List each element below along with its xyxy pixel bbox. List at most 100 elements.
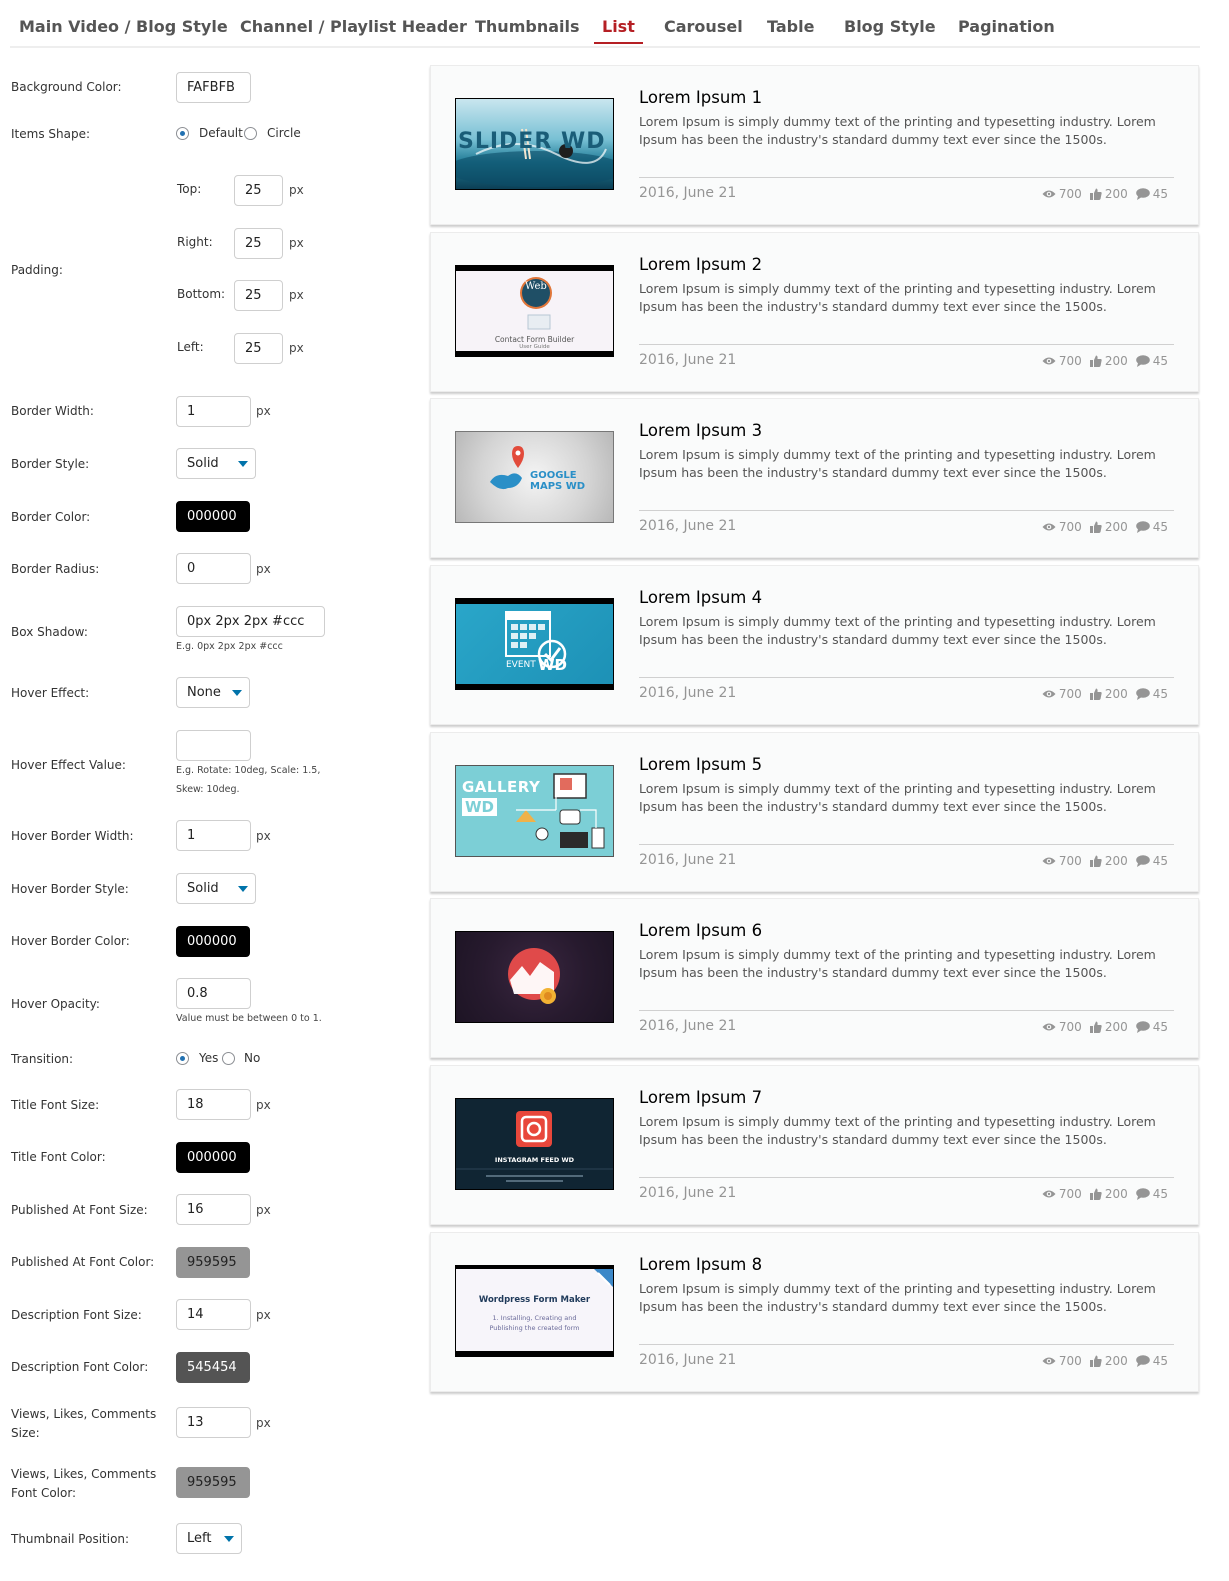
item-title[interactable]: Lorem Ipsum 4 (639, 588, 762, 607)
hover-border-width-input[interactable]: 1 (176, 820, 251, 851)
border-radius-label: Border Radius: (11, 562, 100, 576)
comments-stat: 45 (1135, 1187, 1168, 1201)
likes-stat: 200 (1089, 854, 1128, 868)
hover-opacity-input[interactable]: 0.8 (176, 978, 251, 1009)
tab-carousel[interactable]: Carousel (664, 17, 743, 36)
item-title[interactable]: Lorem Ipsum 7 (639, 1088, 762, 1107)
comment-icon (1135, 688, 1150, 700)
instagram-thumb-art (456, 1111, 613, 1182)
list-item[interactable]: SLIDER WD Lorem Ipsum 1 Lorem Ipsum is s… (430, 65, 1199, 225)
item-title[interactable]: Lorem Ipsum 1 (639, 88, 762, 107)
item-title[interactable]: Lorem Ipsum 3 (639, 421, 762, 440)
list-item[interactable]: GOOGLE MAPS WD Lorem Ipsum 3 Lorem Ipsum… (430, 398, 1199, 558)
item-date: 2016, June 21 (639, 1185, 737, 1201)
thumbs-up-icon (1089, 355, 1102, 367)
divider (639, 344, 1174, 345)
hover-opacity-hint: Value must be between 0 to 1. (176, 1013, 322, 1024)
views-count: 700 (1058, 1020, 1082, 1034)
tab-table[interactable]: Table (767, 17, 814, 36)
border-style-select[interactable]: Solid (176, 448, 256, 479)
padding-left-label: Left: (177, 340, 204, 354)
padding-right-input[interactable]: 25 (234, 228, 283, 259)
hover-effect-value-input[interactable] (176, 730, 251, 761)
border-color-label: Border Color: (11, 510, 91, 524)
border-radius-input[interactable]: 0 (176, 553, 251, 584)
title-font-color-label: Title Font Color: (11, 1150, 106, 1164)
views-count: 700 (1058, 354, 1082, 368)
comments-count: 45 (1152, 1187, 1168, 1201)
tab-main-video-blog-style[interactable]: Main Video / Blog Style (19, 17, 228, 36)
comments-stat: 45 (1135, 354, 1168, 368)
background-color-input[interactable]: FAFBFB (176, 72, 251, 103)
item-stats: 700 200 45 (1042, 687, 1168, 701)
hover-border-style-select[interactable]: Solid (176, 873, 256, 904)
list-item[interactable]: Wordpress Form Maker 1. Installing, Crea… (430, 1232, 1199, 1392)
transition-no-radio[interactable] (222, 1052, 235, 1065)
thumbnail-image[interactable]: INSTAGRAM FEED WD (455, 1098, 614, 1190)
form-maker-thumb-art (594, 1269, 613, 1287)
title-font-color-input[interactable]: 000000 (176, 1142, 250, 1173)
border-color-input[interactable]: 000000 (176, 501, 250, 532)
list-item[interactable]: GALLERY WD Lorem Ipsum 5 Lorem Ipsum is … (430, 732, 1199, 892)
thumbnail-image[interactable]: GOOGLE MAPS WD (455, 431, 614, 523)
hover-opacity-label: Hover Opacity: (11, 997, 100, 1011)
padding-bottom-unit: px (289, 288, 304, 302)
hover-border-color-input[interactable]: 000000 (176, 926, 250, 957)
tab-list[interactable]: List (594, 17, 643, 44)
published-font-size-unit: px (256, 1203, 271, 1217)
tab-pagination[interactable]: Pagination (958, 17, 1055, 36)
chart-badge-thumb-art (508, 948, 560, 1004)
stats-size-input[interactable]: 13 (176, 1407, 251, 1438)
views-stat: 700 (1042, 854, 1082, 868)
background-color-label: Background Color: (11, 80, 122, 94)
padding-top-input[interactable]: 25 (234, 175, 283, 206)
thumbnail-image[interactable]: GALLERY WD (455, 765, 614, 857)
item-stats: 700 200 45 (1042, 1187, 1168, 1201)
thumbnail-image[interactable]: Wordpress Form Maker 1. Installing, Crea… (455, 1265, 614, 1357)
tab-channel-playlist-header[interactable]: Channel / Playlist Header (240, 17, 467, 36)
thumbnail-text: EVENT (506, 660, 536, 670)
item-title[interactable]: Lorem Ipsum 8 (639, 1255, 762, 1274)
title-font-size-input[interactable]: 18 (176, 1089, 251, 1120)
thumbs-up-icon (1089, 688, 1102, 700)
hover-effect-value: None (187, 685, 221, 700)
transition-yes-radio[interactable] (176, 1052, 189, 1065)
likes-stat: 200 (1089, 520, 1128, 534)
item-title[interactable]: Lorem Ipsum 6 (639, 921, 762, 940)
hover-border-color-label: Hover Border Color: (11, 934, 130, 948)
thumbnail-image[interactable]: Web Contact Form Builder User Guide (455, 265, 614, 357)
thumbnail-position-select[interactable]: Left (176, 1523, 242, 1554)
padding-right-label: Right: (177, 235, 213, 249)
description-font-color-input[interactable]: 545454 (176, 1352, 250, 1383)
item-title[interactable]: Lorem Ipsum 2 (639, 255, 762, 274)
likes-count: 200 (1104, 1020, 1128, 1034)
item-title[interactable]: Lorem Ipsum 5 (639, 755, 762, 774)
list-item[interactable]: Lorem Ipsum 6 Lorem Ipsum is simply dumm… (430, 898, 1199, 1058)
list-item[interactable]: Web Contact Form Builder User Guide Lore… (430, 232, 1199, 392)
items-shape-default-radio[interactable] (176, 127, 189, 140)
tab-thumbnails[interactable]: Thumbnails (475, 17, 580, 36)
padding-top-label: Top: (177, 182, 202, 196)
published-font-size-input[interactable]: 16 (176, 1194, 251, 1225)
stats-font-color-input[interactable]: 959595 (176, 1467, 250, 1498)
views-count: 700 (1058, 687, 1082, 701)
padding-left-input[interactable]: 25 (234, 333, 283, 364)
list-item[interactable]: INSTAGRAM FEED WD Lorem Ipsum 7 Lorem Ip… (430, 1065, 1199, 1225)
items-shape-circle-radio[interactable] (244, 127, 257, 140)
border-width-input[interactable]: 1 (176, 396, 251, 427)
padding-bottom-input[interactable]: 25 (234, 280, 283, 311)
list-item[interactable]: EVENT WD Lorem Ipsum 4 Lorem Ipsum is si… (430, 565, 1199, 725)
thumbnail-image[interactable] (455, 931, 614, 1023)
views-stat: 700 (1042, 1187, 1082, 1201)
box-shadow-input[interactable]: 0px 2px 2px #ccc (176, 606, 325, 637)
item-description: Lorem Ipsum is simply dummy text of the … (639, 1114, 1156, 1147)
description-font-size-input[interactable]: 14 (176, 1299, 251, 1330)
tab-blog-style[interactable]: Blog Style (844, 17, 936, 36)
tab-bar: Main Video / Blog Style Channel / Playli… (10, 0, 1200, 48)
thumbnail-image[interactable]: SLIDER WD (455, 98, 614, 190)
thumbnail-image[interactable]: EVENT WD (455, 598, 614, 690)
hover-effect-select[interactable]: None (176, 677, 250, 708)
published-font-color-input[interactable]: 959595 (176, 1247, 250, 1278)
eye-icon (1042, 1023, 1056, 1031)
items-shape-label: Items Shape: (11, 127, 91, 141)
